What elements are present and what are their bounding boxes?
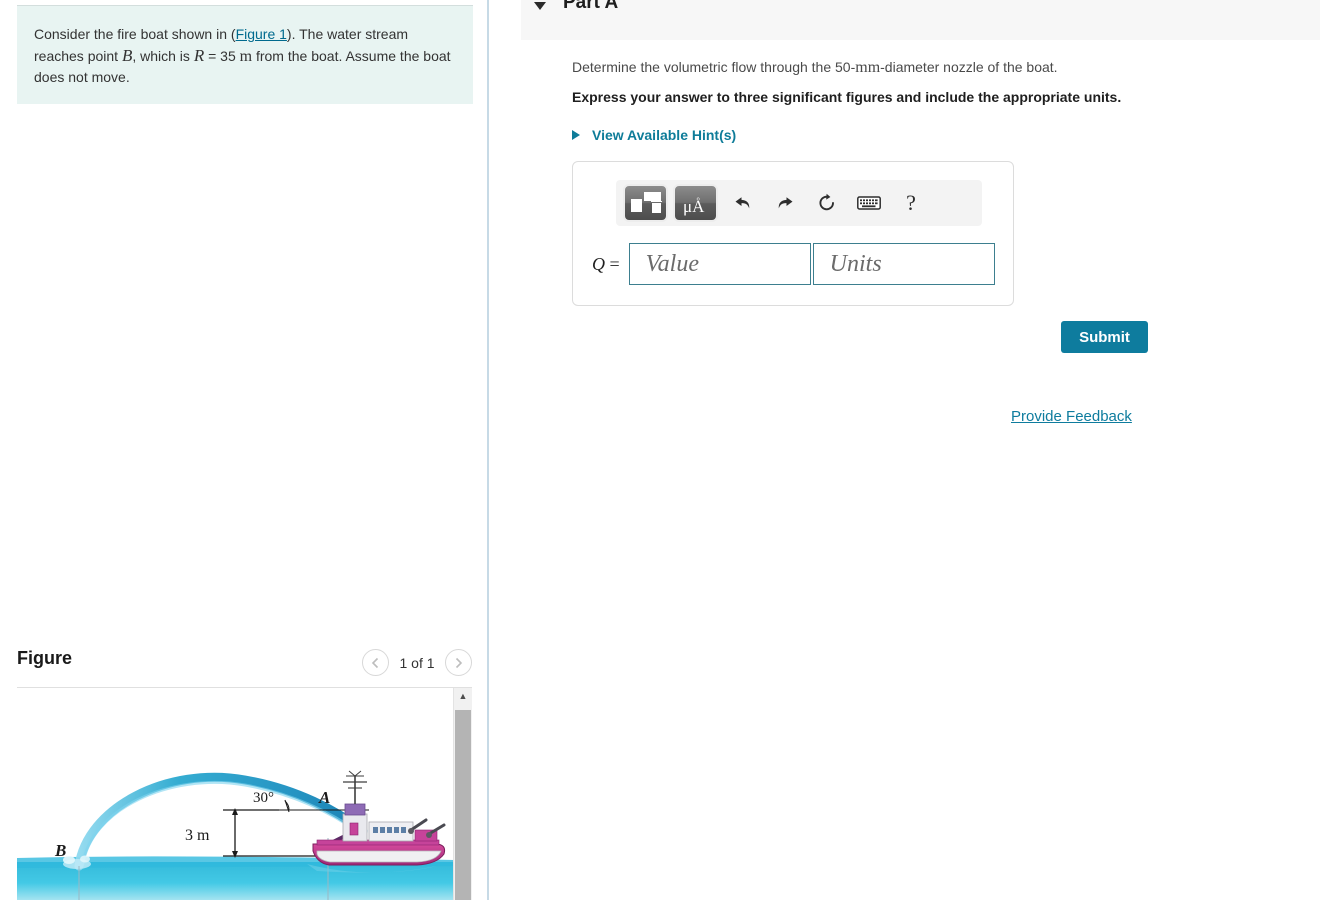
problem-statement: Consider the fire boat shown in (Figure … [17,5,473,104]
figure-scroll-thumb[interactable] [455,710,471,900]
label-height-3m: 3 m [185,827,210,844]
figure-page-counter: 1 of 1 [399,654,435,671]
unit-meters: m [239,48,253,65]
part-title: Part A [563,0,619,13]
variable-r: R [193,46,205,65]
figure-section: Figure 1 of 1 B 3 m 30° A ▲ [17,641,472,900]
answer-equals-sign: = [605,253,620,274]
unit-millimeters: mm [855,59,881,76]
help-button[interactable]: ? [891,184,931,222]
question-text: Determine the volumetric flow through th… [572,57,1058,78]
figure-1-link[interactable]: Figure 1 [236,26,287,42]
submit-button[interactable]: Submit [1061,321,1148,353]
chevron-right-icon [455,657,463,668]
answer-entry-box: μA° ? Q = Value Units [572,161,1014,306]
units-palette-button[interactable]: μA° [673,184,718,222]
undo-button[interactable] [723,184,763,222]
right-panel: Part A Determine the volumetric flow thr… [489,0,1320,900]
micro-angstrom-icon: μA° [682,195,708,216]
redo-button[interactable] [765,184,805,222]
variable-b: B [121,46,133,65]
answer-row: Q = [592,243,995,285]
figure-viewport: B 3 m 30° A ▲ [17,688,472,900]
chevron-left-icon [371,657,379,668]
figure-scroll-up-button[interactable]: ▲ [454,688,472,705]
keyboard-icon [857,196,881,210]
template-icon [630,191,662,215]
part-header: Part A [521,0,1320,40]
figure-title: Figure [17,648,73,668]
figure-navigation: 1 of 1 [362,649,472,676]
redo-icon [778,197,793,209]
question-text-post: -diameter nozzle of the boat. [880,59,1058,75]
reset-button[interactable] [807,184,847,222]
fire-boat-diagram: B 3 m 30° A [17,770,454,900]
caret-down-icon[interactable] [534,2,546,10]
question-text-pre: Determine the volumetric flow through th… [572,59,856,75]
label-point-b: B [54,841,66,860]
problem-text-part1: Consider the fire boat shown in ( [34,26,236,42]
math-template-button[interactable] [623,184,668,222]
left-panel: Consider the fire boat shown in (Figure … [0,0,487,900]
keyboard-button[interactable] [849,184,889,222]
undo-icon [735,197,750,209]
figure-header: Figure 1 of 1 [17,641,472,688]
figure-prev-button[interactable] [362,649,389,676]
units-input[interactable] [812,243,995,285]
mu-glyph: μ [682,196,693,216]
triangle-up-icon: ▲ [458,691,468,701]
triangle-right-icon [572,130,580,140]
reset-circular-arrow-icon [819,193,834,211]
label-angle-30: 30° [253,790,274,806]
figure-scrollbar[interactable]: ▲ [453,688,472,900]
problem-text-part3: , which is [132,48,194,64]
provide-feedback-link[interactable]: Provide Feedback [1011,408,1132,425]
value-input[interactable] [628,243,811,285]
label-point-a: A [318,788,330,807]
figure-next-button[interactable] [445,649,472,676]
express-instruction: Express your answer to three significant… [572,89,1122,105]
question-mark-icon: ? [906,190,916,215]
answer-toolbar: μA° ? [616,180,982,226]
problem-text-part4: = 35 [204,48,240,64]
view-hints-label: View Available Hint(s) [592,127,737,143]
answer-variable-q: Q [592,253,605,274]
answer-variable-label: Q = [592,254,620,275]
view-hints-button[interactable]: View Available Hint(s) [572,127,736,143]
problem-statement-text: Consider the fire boat shown in (Figure … [34,24,455,88]
ring-glyph: ° [696,195,700,206]
